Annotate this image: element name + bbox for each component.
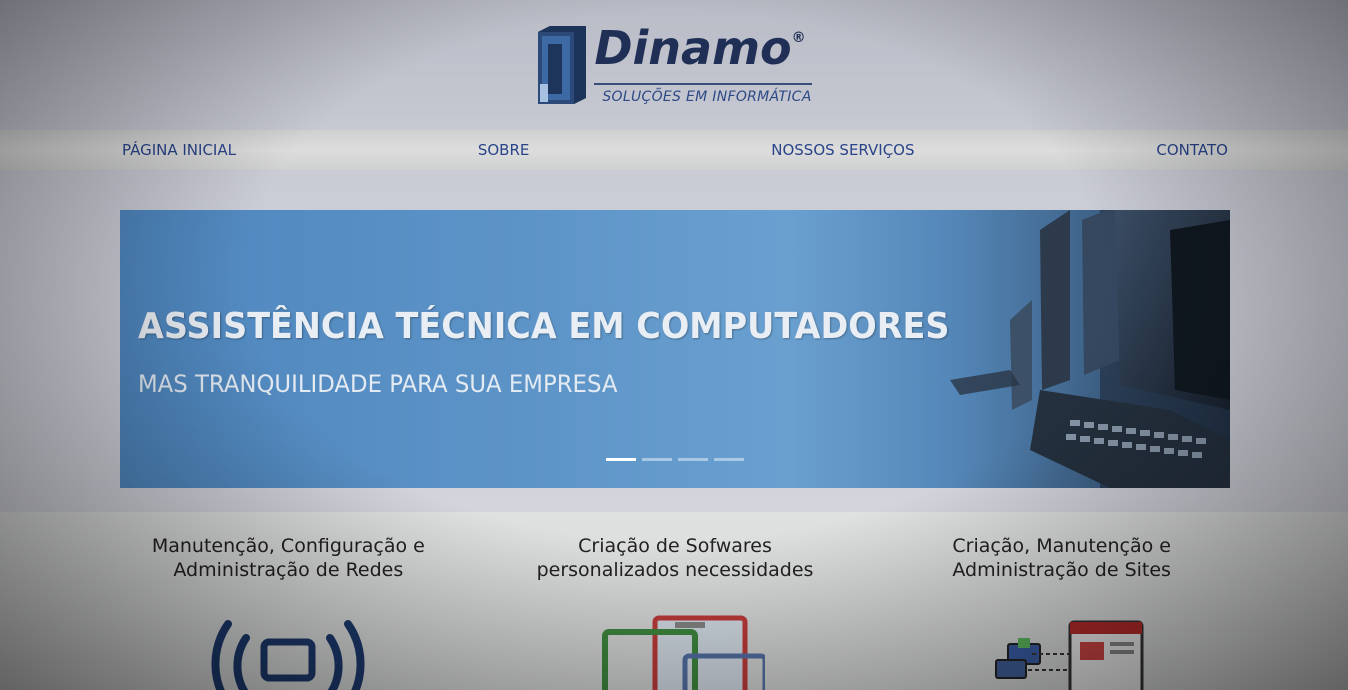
wifi-monitor-icon	[211, 620, 365, 690]
slide-dot-4[interactable]	[714, 458, 744, 461]
main-nav: PÁGINA INICIAL SOBRE NOSSOS SERVIÇOS CON…	[0, 130, 1348, 170]
nav-item-sobre[interactable]: SOBRE	[478, 141, 530, 159]
logo-mark-icon	[538, 26, 587, 104]
brand-name: Dinamo®	[594, 25, 812, 85]
website-icon	[994, 620, 1144, 690]
service-title: Criação de Sofwares personalizados necess…	[536, 535, 814, 581]
nav-item-pagina-inicial[interactable]: PÁGINA INICIAL	[122, 141, 236, 159]
hero-slider: ASSISTÊNCIA TÉCNICA EM COMPUTADORES MAS …	[0, 170, 1348, 512]
registered-mark: ®	[791, 30, 806, 46]
nav-item-contato[interactable]: CONTATO	[1156, 141, 1228, 159]
slider-pagination	[606, 458, 744, 461]
slide-dot-2[interactable]	[642, 458, 672, 461]
slide-dot-3[interactable]	[678, 458, 708, 461]
service-networks[interactable]: Manutenção, Configuração e Administração …	[95, 534, 482, 690]
banner-subtitle: MAS TRANQUILIDADE PARA SUA EMPRESA	[138, 370, 618, 398]
computers-illustration-icon	[950, 210, 1230, 488]
nav-item-nossos-servicos[interactable]: NOSSOS SERVIÇOS	[771, 141, 914, 159]
software-windows-icon	[602, 615, 765, 690]
service-software[interactable]: Criação de Sofwares personalizados necess…	[482, 534, 869, 690]
service-title: Criação, Manutenção e Administração de Si…	[952, 535, 1171, 581]
hero-banner[interactable]: ASSISTÊNCIA TÉCNICA EM COMPUTADORES MAS …	[120, 210, 1230, 488]
slide-dot-1[interactable]	[606, 458, 636, 461]
service-websites[interactable]: Criação, Manutenção e Administração de Si…	[868, 534, 1255, 690]
logo[interactable]: Dinamo® SOLUÇÕES EM INFORMÁTICA	[536, 24, 812, 106]
brand-tagline: SOLUÇÕES EM INFORMÁTICA	[602, 89, 812, 105]
site-header: Dinamo® SOLUÇÕES EM INFORMÁTICA	[0, 0, 1348, 130]
banner-title: ASSISTÊNCIA TÉCNICA EM COMPUTADORES	[138, 306, 950, 347]
services-section: Manutenção, Configuração e Administração …	[0, 512, 1348, 690]
service-title: Manutenção, Configuração e Administração …	[151, 535, 425, 581]
